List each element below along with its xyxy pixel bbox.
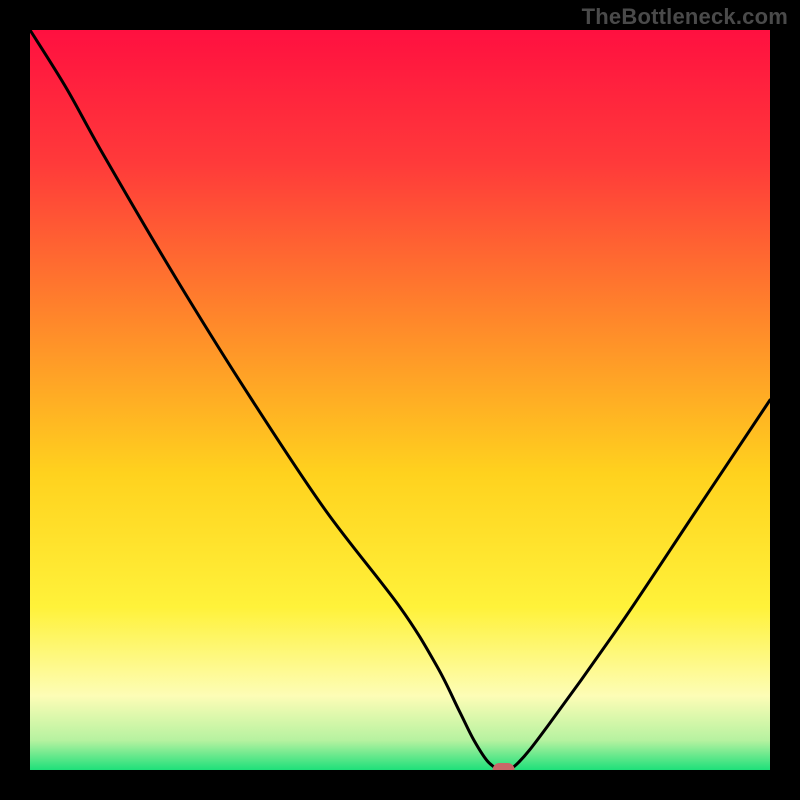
watermark-text: TheBottleneck.com: [582, 4, 788, 30]
chart-frame: TheBottleneck.com: [0, 0, 800, 800]
bottleneck-chart: [30, 30, 770, 770]
gradient-background: [30, 30, 770, 770]
plot-area: [30, 30, 770, 770]
